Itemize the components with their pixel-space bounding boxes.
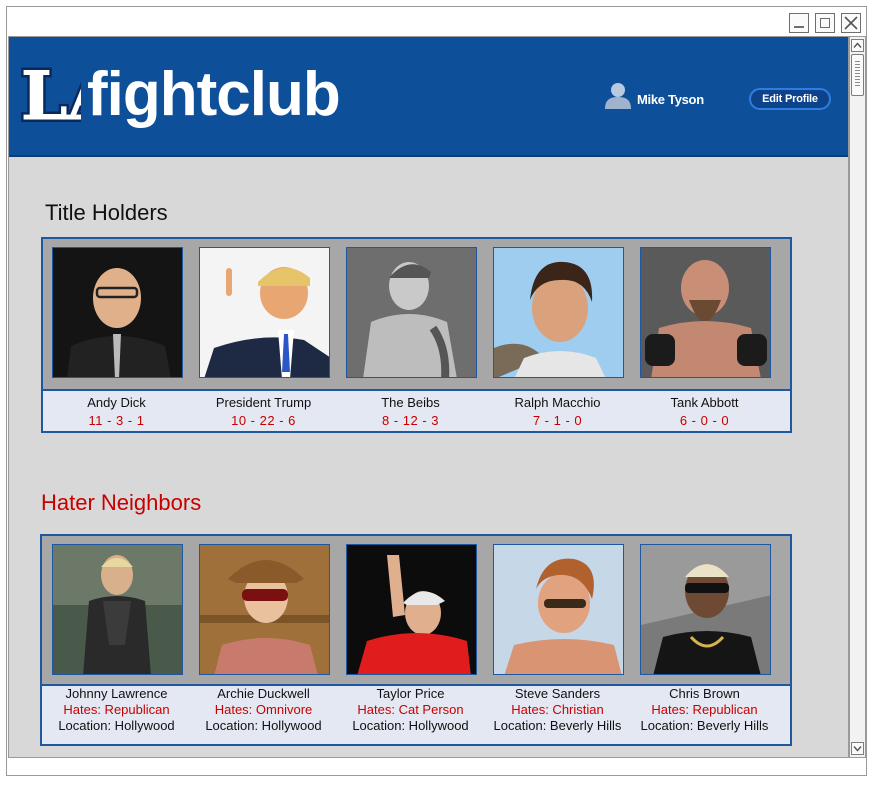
neighbor-location: Location: Hollywood (205, 718, 322, 733)
neighbor-name: Taylor Price (376, 686, 445, 701)
svg-text:LA: LA (21, 57, 81, 135)
neighbor-photo[interactable] (199, 544, 330, 675)
page-viewport: LA LA fightclub Mike Tyson Edit Profile … (8, 36, 849, 758)
fighter-name: The Beibs (381, 395, 440, 410)
user-name[interactable]: Mike Tyson (637, 92, 704, 107)
la-logo[interactable]: LA LA (17, 49, 81, 139)
neighbor-photo[interactable] (346, 544, 477, 675)
fighter-record: 6 - 0 - 0 (679, 413, 730, 428)
title-holders-panel: Andy Dick 11 - 3 - 1 President Trump 10 … (41, 237, 792, 433)
neighbor-location: Location: Hollywood (352, 718, 469, 733)
neighbor-name: Steve Sanders (514, 686, 601, 701)
neighbor-location: Location: Beverly Hills (493, 718, 622, 733)
fighter-photo[interactable] (199, 247, 330, 378)
neighbor-hates: Hates: Republican (63, 702, 170, 717)
neighbor-location: Location: Beverly Hills (640, 718, 769, 733)
hater-neighbors-panel: Johnny Lawrence Hates: Republican Locati… (40, 534, 792, 746)
neighbor-hates: Hates: Omnivore (214, 702, 313, 717)
fighter-name: Andy Dick (87, 395, 146, 410)
neighbor-hates: Hates: Cat Person (357, 702, 464, 717)
fighter-photo[interactable] (52, 247, 183, 378)
fighter-name: Ralph Macchio (514, 395, 601, 410)
neighbor-photo[interactable] (640, 544, 771, 675)
edit-profile-button[interactable]: Edit Profile (749, 88, 831, 110)
neighbor-photo[interactable] (52, 544, 183, 675)
neighbor-name: Johnny Lawrence (65, 686, 168, 701)
neighbor-photo[interactable] (493, 544, 624, 675)
fighter-photo[interactable] (493, 247, 624, 378)
close-icon (844, 16, 858, 30)
vertical-scrollbar[interactable] (849, 36, 866, 758)
neighbor-hates: Hates: Republican (651, 702, 758, 717)
scroll-down-icon (853, 746, 862, 752)
fighter-record: 11 - 3 - 1 (88, 413, 145, 428)
close-button[interactable] (841, 13, 861, 33)
fighter-name: President Trump (215, 395, 312, 410)
fighter-record: 8 - 12 - 3 (381, 413, 440, 428)
site-header: LA LA fightclub Mike Tyson Edit Profile (9, 37, 848, 157)
fighter-photo[interactable] (346, 247, 477, 378)
fighter-name: Tank Abbott (670, 395, 739, 410)
neighbor-hates: Hates: Christian (511, 702, 604, 717)
scroll-thumb[interactable] (851, 54, 864, 96)
scroll-up-button[interactable] (851, 39, 864, 52)
neighbor-name: Archie Duckwell (217, 686, 310, 701)
user-icon (605, 83, 631, 109)
scroll-up-icon (853, 42, 862, 48)
scroll-down-button[interactable] (851, 742, 864, 755)
fighter-record: 7 - 1 - 0 (532, 413, 583, 428)
fighter-record: 10 - 22 - 6 (231, 413, 296, 428)
hater-neighbors-heading: Hater Neighbors (41, 490, 202, 515)
brand-wordmark[interactable]: fightclub (87, 59, 341, 131)
neighbor-name: Chris Brown (669, 686, 740, 701)
minimize-button[interactable] (789, 13, 809, 33)
maximize-button[interactable] (815, 13, 835, 33)
neighbor-location: Location: Hollywood (58, 718, 175, 733)
title-holders-heading: Title Holders (45, 200, 168, 225)
fighter-photo[interactable] (640, 247, 771, 378)
